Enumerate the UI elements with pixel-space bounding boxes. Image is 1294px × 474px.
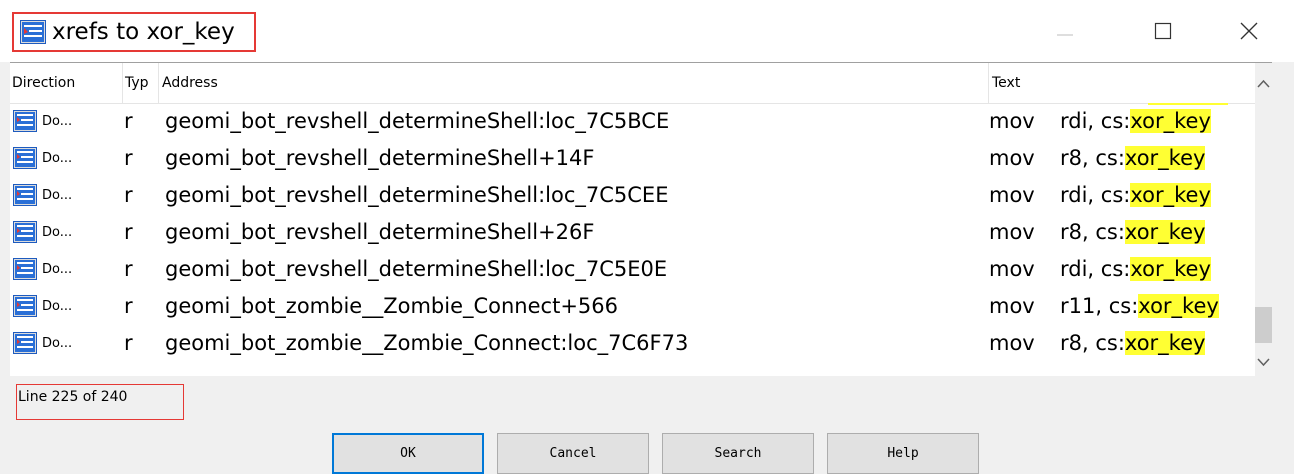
row-address: geomi_bot_revshell_determineShell+26F bbox=[165, 220, 595, 244]
xrefs-app-icon bbox=[20, 20, 46, 44]
row-operand: r8, cs:xor_key bbox=[1060, 146, 1206, 170]
row-direction: Do... bbox=[42, 188, 73, 203]
xref-row-icon bbox=[13, 332, 37, 354]
column-header-type[interactable]: Typ bbox=[123, 63, 159, 103]
row-operand: rdi, cs:xor_key bbox=[1060, 257, 1211, 281]
row-mnemonic: mov bbox=[989, 257, 1035, 281]
column-header-address[interactable]: Address bbox=[159, 63, 989, 103]
row-address: geomi_bot_revshell_determineShell+14F bbox=[165, 146, 595, 170]
row-mnemonic: mov bbox=[989, 183, 1035, 207]
ok-button[interactable]: OK bbox=[332, 433, 484, 474]
row-mnemonic: mov bbox=[989, 220, 1035, 244]
highlighted-symbol: xor_key bbox=[1124, 331, 1206, 355]
close-icon bbox=[1240, 22, 1258, 40]
row-direction: Do... bbox=[42, 225, 73, 240]
table-header: Direction Typ Address Text bbox=[10, 63, 1255, 104]
row-mnemonic: mov bbox=[989, 109, 1035, 133]
highlighted-symbol: xor_key bbox=[1124, 146, 1206, 170]
row-operand: r8, cs:xor_key bbox=[1060, 220, 1206, 244]
table-row[interactable]: Do... r geomi_bot_revshell_determineShel… bbox=[10, 214, 1255, 251]
row-operand: rdi, cs:xor_key bbox=[1060, 109, 1211, 133]
row-mnemonic: mov bbox=[989, 294, 1035, 318]
column-header-direction[interactable]: Direction bbox=[10, 63, 123, 103]
row-type: r bbox=[124, 220, 133, 244]
xref-row-icon bbox=[13, 184, 37, 206]
table-body: ‾ ‾ ‾ ‾ ‾ Do... r geomi_bot_revshell_det… bbox=[10, 103, 1255, 376]
row-operand: r11, cs:xor_key bbox=[1060, 294, 1219, 318]
table-row[interactable]: Do... r geomi_bot_zombie__Zombie_Connect… bbox=[10, 288, 1255, 325]
row-operand: r8, cs:xor_key bbox=[1060, 331, 1206, 355]
row-mnemonic: mov bbox=[989, 146, 1035, 170]
table-row[interactable]: Do... r geomi_bot_zombie__Zombie_Connect… bbox=[10, 325, 1255, 362]
row-type: r bbox=[124, 257, 133, 281]
title-bar: xrefs to xor_key bbox=[0, 0, 1294, 62]
highlighted-symbol: xor_key bbox=[1130, 257, 1211, 281]
row-direction: Do... bbox=[42, 336, 73, 351]
column-header-text[interactable]: Text bbox=[989, 63, 1255, 103]
row-direction: Do... bbox=[42, 151, 73, 166]
table-row[interactable]: Do... r geomi_bot_revshell_determineShel… bbox=[10, 140, 1255, 177]
scrollbar-thumb[interactable] bbox=[1255, 307, 1272, 343]
row-type: r bbox=[124, 146, 133, 170]
table-row[interactable]: Do... r geomi_bot_revshell_determineShel… bbox=[10, 103, 1255, 140]
row-mnemonic: mov bbox=[989, 331, 1035, 355]
search-button[interactable]: Search bbox=[662, 433, 814, 474]
highlighted-symbol: xor_key bbox=[1124, 220, 1206, 244]
row-address: geomi_bot_zombie__Zombie_Connect:loc_7C6… bbox=[165, 331, 689, 355]
xref-row-icon bbox=[13, 295, 37, 317]
row-operand: rdi, cs:xor_key bbox=[1060, 183, 1211, 207]
highlighted-symbol: xor_key bbox=[1130, 109, 1211, 133]
highlighted-symbol: xor_key bbox=[1130, 183, 1211, 207]
scroll-up-icon[interactable] bbox=[1257, 79, 1270, 89]
xref-row-icon bbox=[13, 110, 37, 132]
close-button[interactable] bbox=[1232, 14, 1266, 48]
row-address: geomi_bot_revshell_determineShell:loc_7C… bbox=[165, 109, 670, 133]
window-title-area: xrefs to xor_key bbox=[12, 12, 256, 52]
minimize-icon bbox=[1057, 34, 1073, 36]
maximize-icon bbox=[1154, 22, 1172, 40]
line-status: Line 225 of 240 bbox=[16, 384, 184, 420]
table-row[interactable]: Do... r geomi_bot_revshell_determineShel… bbox=[10, 177, 1255, 214]
vertical-scrollbar[interactable] bbox=[1255, 63, 1272, 376]
row-type: r bbox=[124, 183, 133, 207]
xrefs-table[interactable]: Direction Typ Address Text ‾ ‾ ‾ ‾ ‾ Do.… bbox=[10, 62, 1272, 376]
xref-row-icon bbox=[13, 221, 37, 243]
row-direction: Do... bbox=[42, 114, 73, 129]
row-address: geomi_bot_revshell_determineShell:loc_7C… bbox=[165, 257, 668, 281]
help-button[interactable]: Help bbox=[827, 433, 979, 474]
minimize-button[interactable] bbox=[1048, 14, 1082, 48]
scroll-down-icon[interactable] bbox=[1257, 357, 1270, 367]
table-row[interactable]: Do... r geomi_bot_revshell_determineShel… bbox=[10, 251, 1255, 288]
row-address: geomi_bot_revshell_determineShell:loc_7C… bbox=[165, 183, 669, 207]
row-direction: Do... bbox=[42, 262, 73, 277]
highlighted-symbol: xor_key bbox=[1138, 294, 1219, 318]
row-direction: Do... bbox=[42, 299, 73, 314]
maximize-button[interactable] bbox=[1146, 14, 1180, 48]
cancel-button[interactable]: Cancel bbox=[497, 433, 649, 474]
row-type: r bbox=[124, 331, 133, 355]
window-title: xrefs to xor_key bbox=[52, 19, 235, 45]
row-type: r bbox=[124, 109, 133, 133]
row-type: r bbox=[124, 294, 133, 318]
xref-row-icon bbox=[13, 147, 37, 169]
xref-row-icon bbox=[13, 258, 37, 280]
row-address: geomi_bot_zombie__Zombie_Connect+566 bbox=[165, 294, 618, 318]
